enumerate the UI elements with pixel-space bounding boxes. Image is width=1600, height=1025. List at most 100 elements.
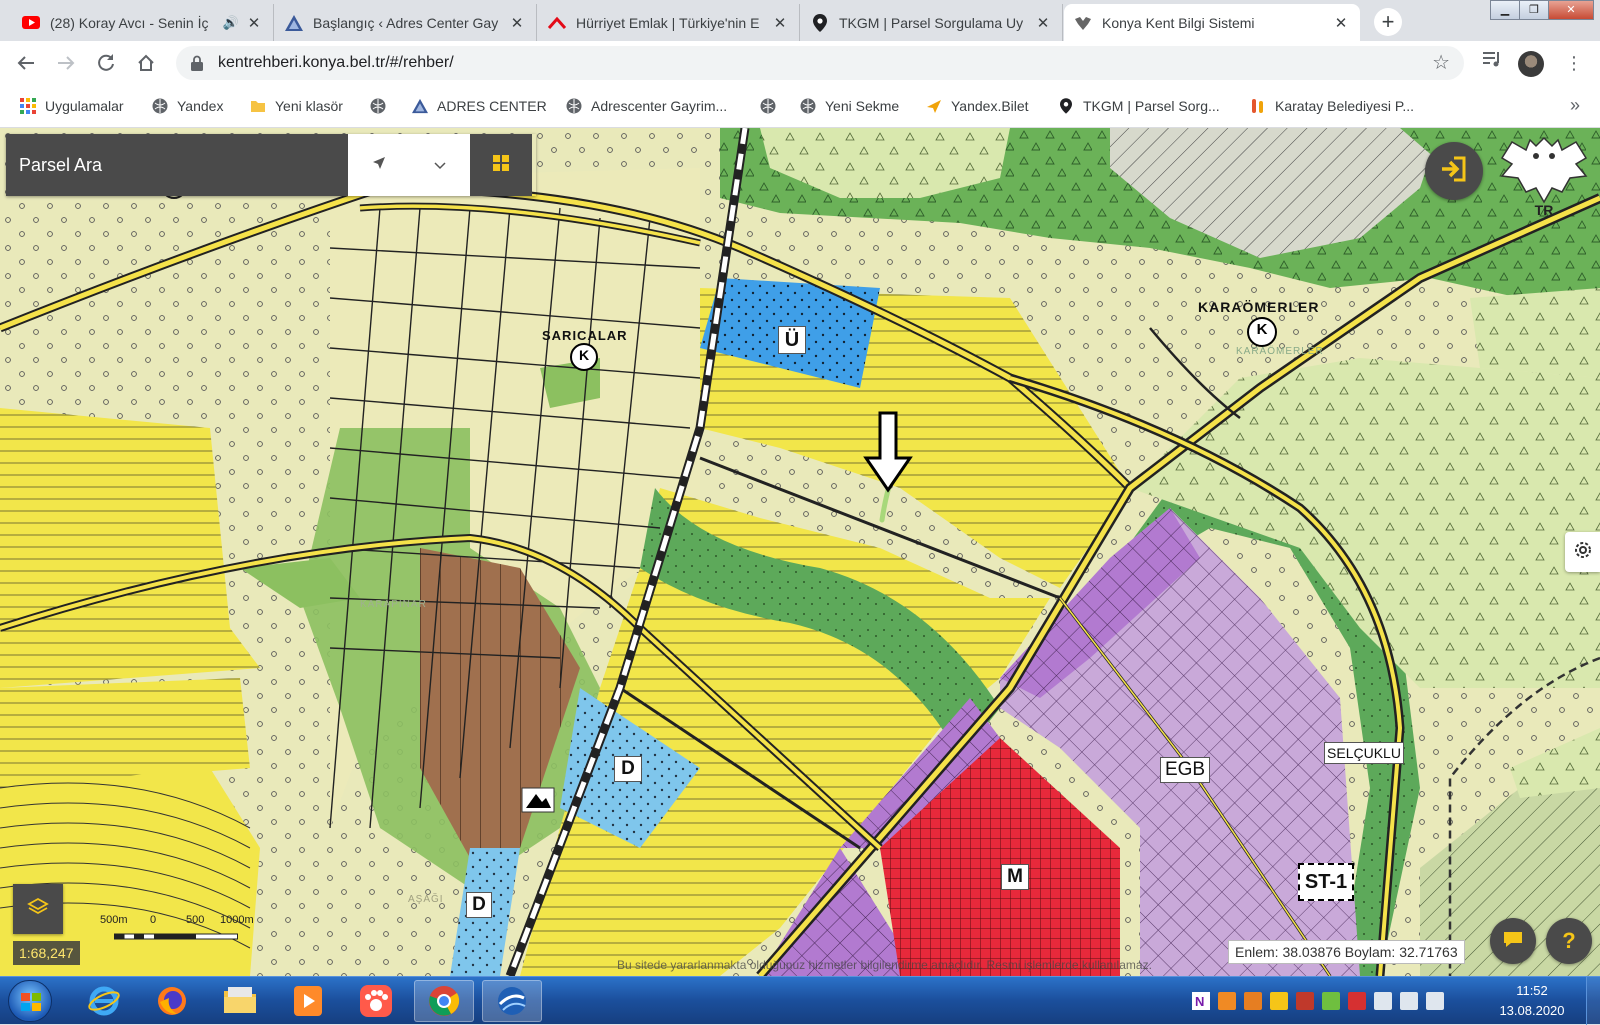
bookmark-tkgm[interactable]: TKGM | Parsel Sorg...	[1058, 85, 1220, 127]
show-desktop-button[interactable]	[1586, 977, 1600, 1025]
bookmark-label: ADRES CENTER	[437, 98, 547, 114]
restore-icon[interactable]: ❐	[1519, 0, 1549, 20]
paw-app-icon[interactable]	[346, 980, 406, 1022]
action-center-tray-icon[interactable]	[1426, 992, 1444, 1010]
home-icon[interactable]	[132, 49, 160, 77]
grid-icon	[493, 154, 509, 176]
bookmarks-overflow-chevron[interactable]: »	[1570, 85, 1580, 125]
parcel-search-input[interactable]	[6, 134, 348, 196]
update-tray-icon[interactable]	[1244, 992, 1262, 1010]
saricalar-label: SARICALAR	[542, 328, 628, 343]
file-explorer-icon[interactable]	[210, 980, 270, 1022]
bookmark-yeni-sekme[interactable]: Yeni Sekme	[800, 85, 899, 127]
emblem-text: TR	[1534, 202, 1554, 218]
tab-close-icon[interactable]: ✕	[771, 14, 789, 32]
chrome-icon[interactable]	[414, 980, 474, 1022]
onenote-tray-icon[interactable]: N	[1192, 992, 1210, 1010]
security-tray-icon[interactable]	[1270, 992, 1288, 1010]
bookmark-globe[interactable]	[370, 85, 395, 127]
mountain-marker-icon	[521, 787, 555, 813]
bookmark-label: Yeni klasör	[275, 98, 343, 114]
hurriyet-emlak-icon	[548, 14, 566, 32]
profile-avatar[interactable]	[1518, 51, 1544, 77]
bookmark-label: Yandex.Bilet	[951, 98, 1029, 114]
map-settings-button[interactable]	[1565, 532, 1600, 572]
bookmark-label: Adrescenter Gayrim...	[591, 98, 728, 114]
tab-hurriyet-emlak[interactable]: Hürriyet Emlak | Türkiye'nin E ✕	[538, 4, 800, 41]
karaomerler-label: KARAÖMERLER	[1198, 299, 1320, 315]
konya-emblem-icon	[1074, 14, 1092, 32]
bookmark-uygulamalar[interactable]: Uygulamalar	[20, 85, 124, 127]
zoning-map[interactable]	[0, 128, 1600, 976]
apps-grid-icon	[20, 98, 36, 114]
google-earth-icon[interactable]	[482, 980, 542, 1022]
zone-label-d-upper: D	[614, 756, 642, 782]
bookmark-globe-2[interactable]	[760, 85, 785, 127]
start-button[interactable]	[8, 980, 52, 1022]
globe-icon	[760, 98, 776, 114]
windows-logo-icon	[21, 993, 41, 1011]
tab-close-icon[interactable]: ✕	[1034, 14, 1052, 32]
office-tray-icon[interactable]	[1218, 992, 1236, 1010]
login-button[interactable]	[1425, 142, 1483, 200]
bookmark-label: Uygulamalar	[45, 98, 124, 114]
window-close-icon[interactable]: ✕	[1548, 0, 1594, 20]
new-tab-button[interactable]: +	[1374, 8, 1402, 36]
tab-close-icon[interactable]: ✕	[245, 14, 263, 32]
chevron-down-icon	[434, 157, 446, 174]
tab-adres-center[interactable]: Başlangıç ‹ Adres Center Gay ✕	[275, 4, 537, 41]
bookmark-yeni-klasor[interactable]: Yeni klasör	[250, 85, 343, 127]
karatay-icon	[1250, 98, 1266, 114]
cursor-coordinates: Enlem: 38.03876 Boylam: 32.71763	[1228, 940, 1465, 964]
help-button[interactable]: ?	[1546, 918, 1592, 964]
volume-tray-icon[interactable]	[1400, 992, 1418, 1010]
bookmark-yandex-bilet[interactable]: Yandex.Bilet	[926, 85, 1029, 127]
tab-tkgm[interactable]: TKGM | Parsel Sorgulama Uy ✕	[801, 4, 1063, 41]
lock-icon[interactable]	[190, 55, 204, 71]
graphics-tray-icon[interactable]	[1322, 992, 1340, 1010]
tab-youtube[interactable]: (28) Koray Avcı - Senin İç 🔊 ✕	[12, 4, 274, 41]
network-tray-icon[interactable]	[1374, 992, 1392, 1010]
internet-explorer-icon[interactable]	[74, 980, 134, 1022]
tab-close-icon[interactable]: ✕	[1332, 14, 1350, 32]
scale-label-500: 500	[186, 914, 205, 926]
map-viewport[interactable]: SARICALAR K KARAÖMERLER K KARAÖMERLER KA…	[0, 128, 1600, 976]
url-text[interactable]: kentrehberi.konya.bel.tr/#/rehber/	[218, 46, 454, 80]
address-bar[interactable]: kentrehberi.konya.bel.tr/#/rehber/ ☆	[176, 46, 1464, 80]
bookmark-adres-center[interactable]: ADRES CENTER	[412, 85, 547, 127]
window-controls: ▁ ❐ ✕	[1490, 0, 1594, 22]
karapinar-label: KARAPINAR	[360, 599, 427, 610]
svg-text:N: N	[1195, 994, 1204, 1009]
reload-icon[interactable]	[92, 49, 120, 77]
firefox-icon[interactable]	[142, 980, 202, 1022]
layers-button[interactable]	[13, 884, 63, 934]
search-mode-dropdown[interactable]	[348, 134, 470, 196]
antivirus-tray-icon[interactable]	[1348, 992, 1366, 1010]
adres-center-icon	[412, 98, 428, 114]
chat-bubble-icon	[1502, 929, 1524, 954]
bookmark-star-icon[interactable]: ☆	[1432, 46, 1450, 80]
tab-konya-kent[interactable]: Konya Kent Bilgi Sistemi ✕	[1064, 4, 1360, 41]
zone-label-u: Ü	[778, 326, 806, 354]
bookmark-yandex[interactable]: Yandex	[152, 85, 223, 127]
asagi-label: AŞAĞI	[408, 894, 444, 905]
bookmark-adrescenter-gayrimenkul[interactable]: Adrescenter Gayrim...	[566, 85, 727, 127]
taskbar-clock[interactable]: 11:52 13.08.2020	[1490, 981, 1574, 1021]
bookmark-karatay-belediyesi[interactable]: Karatay Belediyesi P...	[1250, 85, 1414, 127]
grid-menu-button[interactable]	[470, 134, 532, 196]
speaker-icon[interactable]: 🔊	[223, 15, 239, 31]
back-arrow-icon[interactable]	[12, 49, 40, 77]
minimize-icon[interactable]: ▁	[1490, 0, 1520, 20]
tab-title: Konya Kent Bilgi Sistemi	[1102, 14, 1255, 31]
zone-label-d-lower: D	[466, 892, 492, 918]
district-label-selcuklu: SELÇUKLU	[1324, 742, 1404, 764]
forward-arrow-icon[interactable]	[52, 49, 80, 77]
media-control-icon[interactable]	[1478, 49, 1506, 77]
alert-tray-icon[interactable]	[1296, 992, 1314, 1010]
media-player-icon[interactable]	[278, 980, 338, 1022]
parcel-search-panel	[6, 134, 536, 196]
kebab-menu-icon[interactable]: ⋮	[1560, 49, 1588, 77]
tab-close-icon[interactable]: ✕	[508, 14, 526, 32]
chat-button[interactable]	[1490, 918, 1536, 964]
bookmark-label: Karatay Belediyesi P...	[1275, 98, 1415, 114]
